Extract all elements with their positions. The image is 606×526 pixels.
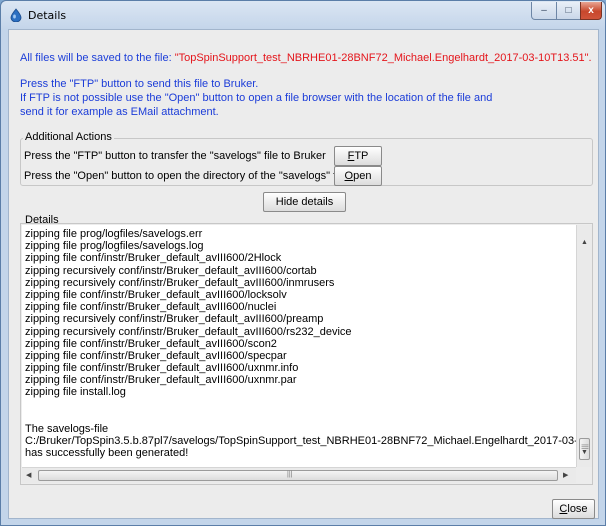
- close-icon: x: [588, 5, 594, 16]
- close-window-button[interactable]: x: [580, 2, 602, 20]
- details-panel: zipping file prog/logfiles/savelogs.err z…: [20, 223, 593, 485]
- scroll-down-icon[interactable]: ▼: [581, 449, 588, 456]
- log-line: zipping file conf/instr/Bruker_default_a…: [25, 252, 282, 265]
- hide-details-button[interactable]: Hide details: [263, 192, 346, 212]
- vertical-scrollbar[interactable]: ▲ ||| ▼: [576, 225, 592, 467]
- maximize-icon: □: [565, 5, 572, 16]
- save-location-prefix: All files will be saved to the file:: [20, 52, 175, 64]
- log-line: zipping file conf/instr/Bruker_default_a…: [25, 301, 277, 314]
- scroll-right-icon[interactable]: ▶: [563, 471, 568, 479]
- log-line: zipping recursively conf/instr/Bruker_de…: [25, 276, 335, 289]
- log-line: The savelogs-file: [25, 423, 109, 435]
- open-action-text: Press the "Open" button to open the dire…: [24, 170, 348, 182]
- open-button-mnemonic: O: [344, 170, 354, 182]
- ftp-button[interactable]: F TP: [334, 146, 382, 166]
- log-line: zipping file conf/instr/Bruker_default_a…: [25, 337, 277, 350]
- ftp-instruction-3: send it for example as EMail attachment.: [20, 106, 219, 118]
- open-button-label: pen: [353, 170, 372, 182]
- log-line: zipping recursively conf/instr/Bruker_de…: [25, 264, 317, 277]
- details-log[interactable]: zipping file prog/logfiles/savelogs.err z…: [22, 225, 576, 467]
- horizontal-scroll-thumb[interactable]: |||: [38, 470, 558, 481]
- minimize-icon: –: [541, 5, 547, 16]
- ftp-action-text: Press the "FTP" button to transfer the "…: [24, 150, 326, 162]
- additional-actions-title: Additional Actions: [23, 131, 114, 143]
- ftp-button-mnemonic: F: [347, 150, 355, 162]
- title-bar[interactable]: Details – □ x: [1, 1, 605, 29]
- dialog-content: All files will be saved to the file: "To…: [8, 29, 599, 519]
- log-line: has successfully been generated!: [25, 447, 189, 460]
- ftp-instruction-1: Press the "FTP" button to send this file…: [20, 78, 259, 90]
- close-button[interactable]: Close: [552, 499, 595, 519]
- save-location-message: All files will be saved to the file: "To…: [20, 52, 592, 64]
- close-button-label: lose: [567, 503, 588, 515]
- ftp-instruction-2: If FTP is not possible use the "Open" bu…: [20, 92, 493, 104]
- log-line: zipping file prog/logfiles/savelogs.err: [25, 228, 203, 240]
- log-line: zipping file prog/logfiles/savelogs.log: [25, 240, 204, 253]
- horizontal-scrollbar[interactable]: ◀ ||| ▶: [22, 467, 576, 483]
- log-line: zipping file conf/instr/Bruker_default_a…: [25, 374, 297, 387]
- window-title: Details: [28, 9, 67, 22]
- ftp-button-label: TP: [354, 150, 369, 162]
- bruker-app-icon: [10, 8, 22, 22]
- open-button[interactable]: Open: [334, 166, 382, 186]
- log-line: zipping recursively conf/instr/Bruker_de…: [25, 325, 352, 338]
- details-window: Details – □ x All files will be saved to…: [0, 0, 606, 526]
- save-location-filename: "TopSpinSupport_test_NBRHE01-28BNF72_Mic…: [174, 52, 592, 64]
- log-line: C:/Bruker/TopSpin3.5.b.87pl7/savelogs/To…: [25, 435, 576, 448]
- log-line: zipping file conf/instr/Bruker_default_a…: [25, 349, 287, 362]
- scroll-left-icon[interactable]: ◀: [26, 471, 31, 479]
- log-line: zipping file conf/instr/Bruker_default_a…: [25, 362, 299, 375]
- log-line: zipping file conf/instr/Bruker_default_a…: [25, 288, 287, 301]
- minimize-button[interactable]: –: [531, 2, 557, 20]
- hscroll-grip-icon: |||: [287, 471, 293, 478]
- maximize-button[interactable]: □: [556, 2, 581, 20]
- log-line: zipping recursively conf/instr/Bruker_de…: [25, 313, 324, 326]
- scroll-up-icon[interactable]: ▲: [581, 239, 588, 246]
- close-button-mnemonic: C: [559, 503, 568, 515]
- log-line: zipping file install.log: [25, 386, 126, 399]
